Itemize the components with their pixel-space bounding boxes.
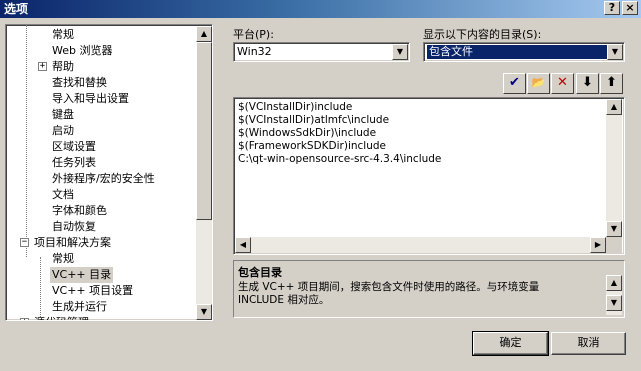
scroll-down-icon[interactable]: ▼: [606, 221, 622, 237]
tree-item[interactable]: VC++ 目录: [50, 267, 114, 283]
tree-item[interactable]: VC++ 项目设置: [52, 283, 133, 299]
list-vscrollbar[interactable]: ▲ ▼: [606, 99, 622, 237]
tree-item[interactable]: Web 浏览器: [52, 43, 112, 59]
description-scrollbar[interactable]: ▲ ▼: [606, 275, 622, 315]
tree-item[interactable]: 生成并运行: [52, 299, 107, 315]
options-tree[interactable]: 常规 Web 浏览器 + 帮助 查找和替换 导入和导出设置 键盘 启动 区域设置 任务列表 外接程序…: [5, 24, 213, 321]
list-item[interactable]: $(FrameworkSDKDir)include: [238, 140, 386, 153]
chevron-down-icon[interactable]: ▼: [607, 44, 623, 60]
expander-icon[interactable]: +: [38, 62, 47, 71]
platform-select[interactable]: Win32 ▼: [233, 42, 410, 62]
tree-item[interactable]: 帮助: [52, 59, 74, 75]
list-item[interactable]: $(VCInstallDir)include: [238, 101, 352, 114]
tree-item[interactable]: 任务列表: [52, 155, 96, 171]
help-button[interactable]: ?: [604, 1, 620, 15]
show-dirs-value: 包含文件: [426, 44, 610, 60]
list-item[interactable]: $(WindowsSdkDir)\include: [238, 127, 376, 140]
scroll-left-icon[interactable]: ◀: [235, 237, 251, 253]
move-up-icon[interactable]: ⬆: [600, 73, 623, 94]
tree-item[interactable]: 常规: [52, 27, 74, 43]
check-icon[interactable]: ✔: [503, 73, 526, 94]
platform-label: 平台(P):: [233, 28, 274, 41]
cancel-button[interactable]: 取消: [551, 332, 626, 355]
move-down-icon[interactable]: ⬇: [576, 73, 599, 94]
description-panel: 包含目录 生成 VC++ 项目期间，搜索包含文件时使用的路径。与环境变量 INC…: [233, 260, 625, 318]
tree-scrollbar[interactable]: ▲ ▼: [196, 26, 212, 320]
new-folder-icon[interactable]: 📂: [527, 73, 550, 94]
show-dirs-label: 显示以下内容的目录(S):: [423, 28, 542, 41]
scroll-up-icon[interactable]: ▲: [606, 275, 622, 291]
description-title: 包含目录: [238, 266, 282, 279]
tree-item[interactable]: 键盘: [52, 107, 74, 123]
tree-item[interactable]: 导入和导出设置: [52, 91, 129, 107]
scroll-corner: [606, 237, 622, 253]
scroll-up-icon[interactable]: ▲: [606, 99, 622, 115]
chevron-down-icon[interactable]: ▼: [392, 44, 408, 60]
tree-item[interactable]: 常规: [52, 251, 74, 267]
tree-item[interactable]: 文档: [52, 187, 74, 203]
description-line-2: INCLUDE 相对应。: [238, 294, 330, 306]
scroll-thumb[interactable]: [196, 42, 212, 220]
show-dirs-select[interactable]: 包含文件 ▼: [423, 42, 625, 62]
list-item[interactable]: C:\qt-win-opensource-src-4.3.4\include: [238, 153, 441, 166]
close-button[interactable]: ×: [622, 1, 638, 15]
tree-item[interactable]: 源代码管理: [34, 315, 89, 320]
tree-item[interactable]: 启动: [52, 123, 74, 139]
platform-value: Win32: [237, 45, 272, 58]
delete-icon[interactable]: ✕: [551, 73, 574, 94]
tree-item[interactable]: 项目和解决方案: [34, 235, 111, 251]
tree-item[interactable]: 外接程序/宏的安全性: [52, 171, 155, 187]
scroll-right-icon[interactable]: ▶: [590, 237, 606, 253]
title-bar: 选项: [0, 0, 641, 18]
list-item[interactable]: $(VCInstallDir)atlmfc\include: [238, 114, 389, 127]
scroll-down-icon[interactable]: ▼: [196, 304, 212, 320]
tree-item[interactable]: 字体和颜色: [52, 203, 107, 219]
scroll-up-icon[interactable]: ▲: [196, 26, 212, 42]
list-hscrollbar[interactable]: ◀ ▶: [235, 237, 606, 253]
expander-icon[interactable]: −: [20, 238, 29, 247]
expander-icon[interactable]: +: [20, 318, 29, 320]
tree-item[interactable]: 区域设置: [52, 139, 96, 155]
scroll-down-icon[interactable]: ▼: [606, 295, 622, 311]
directory-list[interactable]: $(VCInstallDir)include $(VCInstallDir)at…: [233, 97, 625, 255]
window-title: 选项: [4, 2, 29, 16]
tree-item[interactable]: 查找和替换: [52, 75, 107, 91]
ok-button[interactable]: 确定: [472, 331, 549, 356]
tree-item[interactable]: 自动恢复: [52, 219, 96, 235]
